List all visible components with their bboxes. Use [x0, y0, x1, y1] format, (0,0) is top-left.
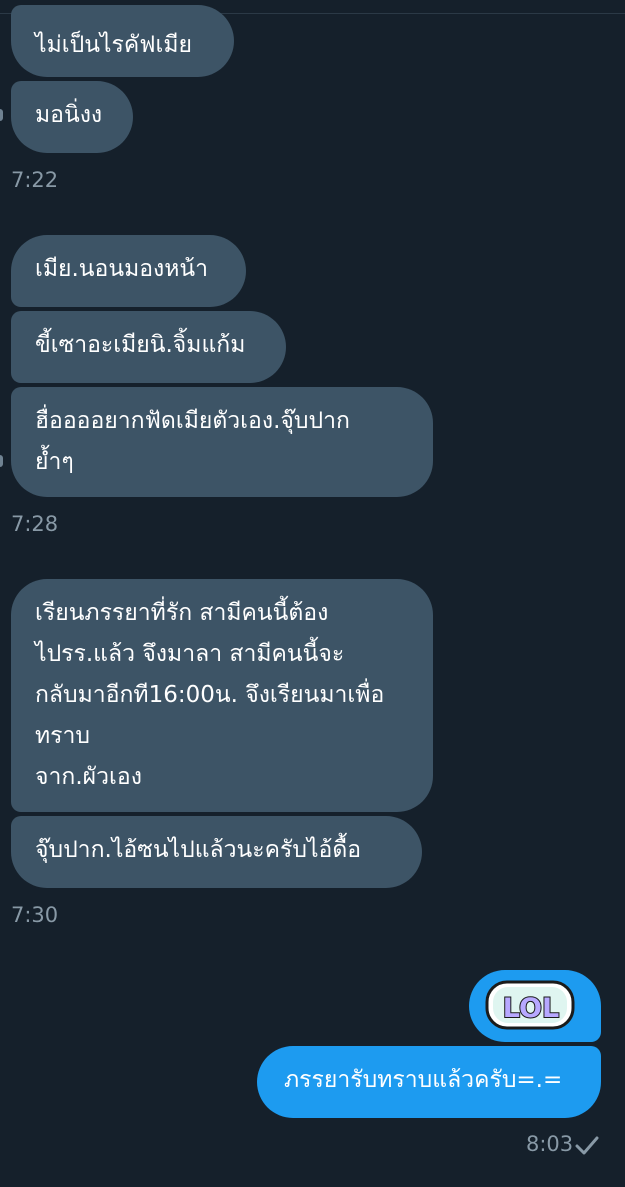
incoming-message[interactable]: ไม่เป็นไรคัฟเมีย — [11, 5, 234, 77]
incoming-message[interactable]: จุ๊บปาก.ไอ้ซนไปแล้วนะครับไอ้ดื้อ — [11, 816, 422, 888]
incoming-message[interactable]: เรียนภรรยาที่รัก สามีคนนี้ต้อง ไปรร.แล้ว… — [11, 579, 433, 812]
incoming-message[interactable]: เมีย.นอนมองหน้า — [11, 235, 246, 307]
sticker-label: LOL — [503, 993, 559, 1024]
timestamp: 8:03 — [526, 1132, 574, 1156]
check-icon — [575, 1136, 599, 1155]
reply-indicator — [0, 455, 3, 467]
incoming-message[interactable]: ขี้เซาอะเมียนิ.จิ้มแก้ม — [11, 311, 286, 383]
chat-screen: ไม่เป็นไรคัฟเมีย มอนิ่งง 7:22 เมีย.นอนมอ… — [0, 0, 625, 1187]
incoming-message[interactable]: ฮื่ออออยากฟัดเมียตัวเอง.จุ๊บปาก ย้ำๆ — [11, 387, 433, 497]
timestamp: 7:22 — [11, 168, 59, 192]
incoming-message[interactable]: มอนิ่งง — [11, 81, 133, 153]
timestamp: 7:30 — [11, 903, 59, 927]
outgoing-message[interactable]: ภรรยารับทราบแล้วครับ=.= — [257, 1046, 601, 1118]
timestamp: 7:28 — [11, 512, 59, 536]
reply-indicator — [0, 109, 3, 121]
lol-sticker-icon: LOL — [485, 980, 575, 1030]
